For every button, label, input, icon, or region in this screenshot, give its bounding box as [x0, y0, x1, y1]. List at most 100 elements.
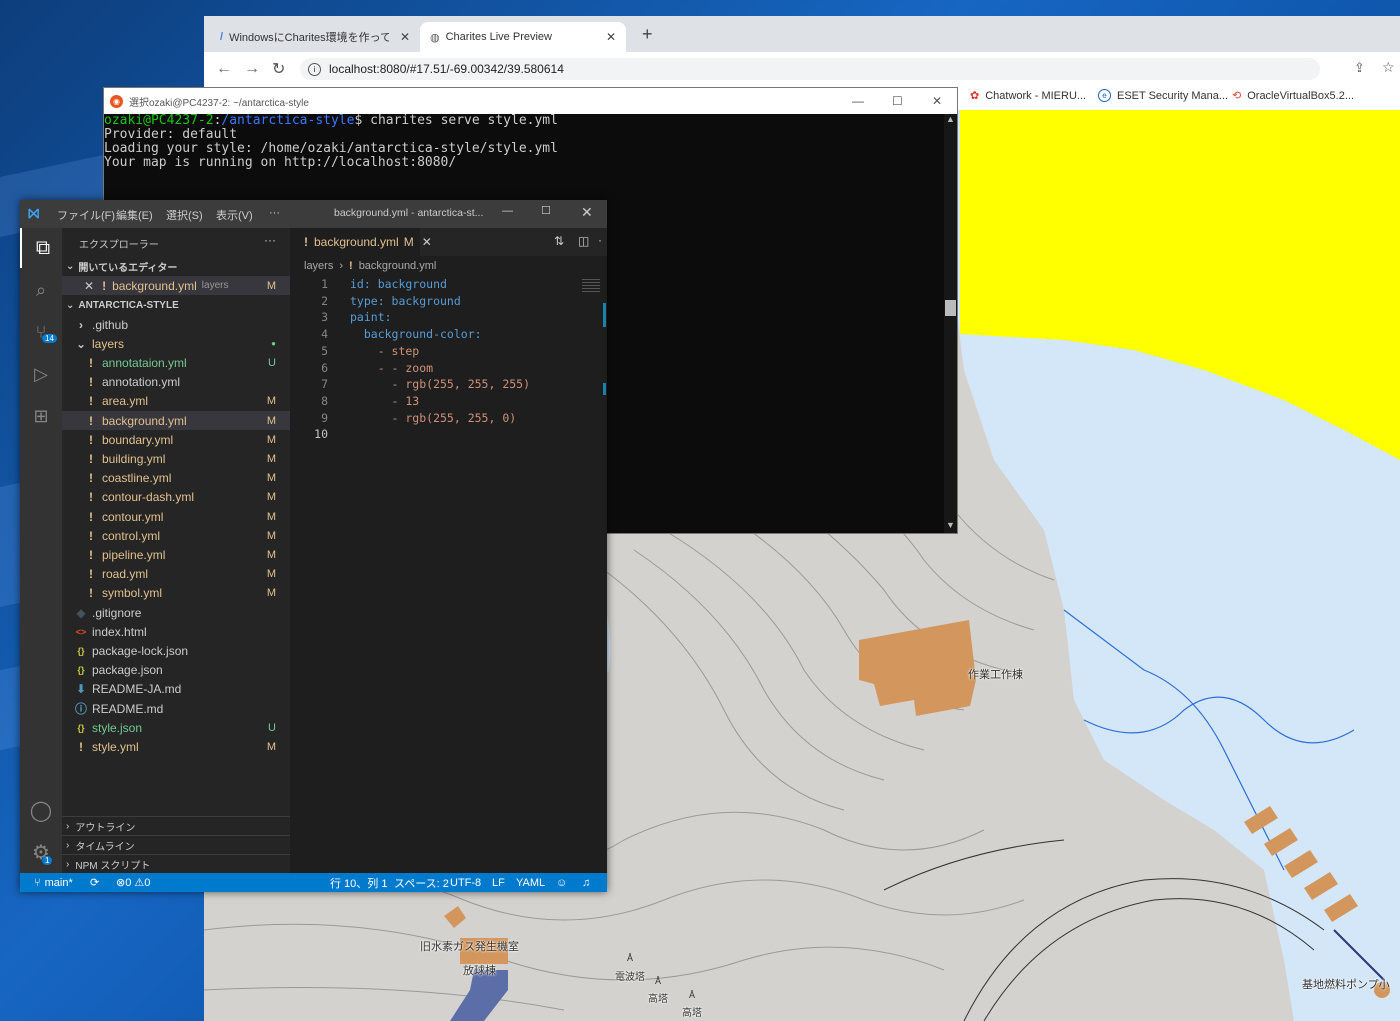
- chevron-down-icon: ⌄: [66, 261, 75, 272]
- open-editor-item[interactable]: ✕ ! background.yml layers M: [62, 276, 290, 295]
- minimap[interactable]: [578, 277, 607, 873]
- file-tree-item[interactable]: ! symbol.yml M: [62, 584, 290, 603]
- address-bar[interactable]: i localhost:8080/#17.51/-69.00342/39.580…: [300, 58, 1320, 80]
- yaml-file-icon: !: [89, 355, 93, 370]
- run-debug-icon[interactable]: ▷: [20, 354, 62, 394]
- open-editors-header[interactable]: ⌄ 開いているエディター: [62, 257, 290, 276]
- back-arrow-icon[interactable]: ←: [216, 60, 232, 78]
- timeline-section[interactable]: › タイムライン: [62, 835, 290, 855]
- tower-icon: Å: [655, 976, 662, 986]
- file-tree-item[interactable]: {} package.json: [62, 661, 290, 680]
- source-control-icon[interactable]: ⑂ 14: [20, 312, 62, 352]
- yaml-file-icon: !: [89, 528, 93, 543]
- vscode-logo-icon: ⨝: [28, 205, 40, 221]
- globe-icon: ◍: [430, 31, 440, 44]
- branch-indicator[interactable]: ⑂ main*: [34, 873, 73, 892]
- split-editor-icon[interactable]: ◫: [578, 234, 589, 248]
- extensions-icon[interactable]: ⊞: [20, 396, 62, 436]
- file-tree-item[interactable]: ! contour-dash.yml M: [62, 488, 290, 507]
- more-actions-icon[interactable]: ···: [264, 233, 276, 247]
- close-tab-icon[interactable]: ✕: [422, 235, 432, 249]
- scroll-thumb[interactable]: [945, 300, 956, 316]
- language-mode[interactable]: YAML: [516, 873, 545, 892]
- file-tree-item[interactable]: › .github: [62, 315, 290, 334]
- menu-file[interactable]: ファイル(F): [57, 207, 115, 223]
- scroll-up-icon[interactable]: ▲: [946, 114, 955, 124]
- file-tree-item[interactable]: ! control.yml M: [62, 526, 290, 545]
- explorer-sidebar: エクスプローラー ··· ⌄ 開いているエディター ✕ ! background…: [62, 228, 290, 873]
- indentation[interactable]: スペース: 2: [394, 873, 449, 892]
- file-tree-item[interactable]: ! road.yml M: [62, 565, 290, 584]
- file-label: package-lock.json: [92, 643, 189, 658]
- menu-more[interactable]: ···: [269, 207, 280, 219]
- file-tree-item[interactable]: ! contour.yml M: [62, 507, 290, 526]
- maximize-icon[interactable]: ☐: [892, 94, 903, 108]
- close-tab-icon[interactable]: ✕: [606, 30, 616, 44]
- settings-gear-icon[interactable]: ⚙ 1: [20, 832, 62, 872]
- file-tree-item[interactable]: ! building.yml M: [62, 449, 290, 468]
- forward-arrow-icon[interactable]: →: [244, 60, 260, 78]
- breadcrumb-item[interactable]: background.yml: [359, 260, 437, 272]
- file-tree-item[interactable]: ◆ .gitignore: [62, 603, 290, 622]
- share-icon[interactable]: ⇪: [1354, 60, 1365, 76]
- menu-edit[interactable]: 編集(E): [116, 207, 153, 223]
- minimize-icon[interactable]: —: [852, 94, 864, 108]
- close-icon[interactable]: ✕: [932, 94, 942, 108]
- encoding[interactable]: UTF-8: [450, 873, 481, 892]
- minimize-icon[interactable]: —: [502, 205, 513, 217]
- feedback-icon[interactable]: ☺: [556, 873, 567, 892]
- end-of-line[interactable]: LF: [492, 873, 505, 892]
- menu-view[interactable]: 表示(V): [216, 207, 253, 223]
- close-icon[interactable]: ✕: [581, 204, 593, 221]
- browser-tab-live-preview[interactable]: ◍ Charites Live Preview ✕: [420, 22, 626, 52]
- scroll-down-icon[interactable]: ▼: [946, 520, 955, 530]
- file-tree-item[interactable]: ⓘ README.md: [62, 699, 290, 718]
- compare-changes-icon[interactable]: ⇅: [554, 234, 564, 248]
- file-tree-item[interactable]: ! style.yml M: [62, 737, 290, 756]
- file-tree-item[interactable]: ⌄ layers ●: [62, 334, 290, 353]
- file-tree-item[interactable]: ! annotation.yml: [62, 373, 290, 392]
- file-tree-item[interactable]: {} package-lock.json: [62, 641, 290, 660]
- yaml-file-icon: !: [102, 278, 107, 293]
- file-tree-item[interactable]: <> index.html: [62, 622, 290, 641]
- new-tab-button[interactable]: +: [642, 24, 653, 45]
- code-editor[interactable]: 1 id: background 2 type: background 3 paint: 4…: [290, 277, 580, 477]
- npm-scripts-section[interactable]: › NPM スクリプト: [62, 854, 290, 874]
- explorer-icon[interactable]: ⧉: [20, 228, 64, 268]
- file-tree-item[interactable]: ! boundary.yml M: [62, 430, 290, 449]
- bookmark-chatwork[interactable]: ✿ Chatwork - MIERU...: [970, 89, 1086, 103]
- search-icon[interactable]: ⌕: [20, 270, 62, 310]
- file-tree-item[interactable]: ! background.yml M: [62, 411, 290, 430]
- file-tree-item[interactable]: ! annotataion.yml U: [62, 353, 290, 372]
- problems-indicator[interactable]: ⊗ 0 ⚠ 0: [116, 873, 150, 892]
- file-tree-item[interactable]: ⬇ README-JA.md: [62, 680, 290, 699]
- notifications-bell-icon[interactable]: ♫: [582, 873, 590, 892]
- bookmark-eset[interactable]: e ESET Security Mana...: [1098, 89, 1228, 102]
- account-icon[interactable]: ◯: [20, 790, 62, 830]
- map-label: 作業工作棟: [968, 669, 1023, 681]
- vscode-favicon-icon: /: [220, 31, 224, 43]
- file-tree-item[interactable]: ! pipeline.yml M: [62, 545, 290, 564]
- bookmark-star-icon[interactable]: ☆: [1382, 59, 1395, 76]
- project-header[interactable]: ⌄ ANTARCTICA-STYLE: [62, 296, 290, 315]
- bookmark-oracle[interactable]: ⟲ OracleVirtualBox5.2...: [1232, 89, 1354, 103]
- close-editor-icon[interactable]: ✕: [84, 279, 94, 293]
- code-line: 8 - 13: [290, 394, 419, 411]
- reload-icon[interactable]: ↻: [272, 59, 285, 79]
- outline-section[interactable]: › アウトライン: [62, 816, 290, 836]
- more-actions-icon[interactable]: ·: [598, 233, 602, 247]
- file-tree-item[interactable]: {} style.json U: [62, 718, 290, 737]
- breadcrumb-item[interactable]: layers: [304, 260, 333, 272]
- maximize-icon[interactable]: ☐: [541, 204, 551, 217]
- terminal-scrollbar[interactable]: ▲ ▼: [944, 114, 957, 533]
- browser-tab-article[interactable]: / WindowsにCharites環境を作ってみ ✕: [210, 22, 420, 52]
- sync-icon[interactable]: ⟳: [90, 873, 99, 892]
- close-tab-icon[interactable]: ✕: [400, 30, 410, 44]
- cursor-position[interactable]: 行 10、列 1: [330, 873, 387, 892]
- file-tree-item[interactable]: ! area.yml M: [62, 392, 290, 411]
- menu-selection[interactable]: 選択(S): [166, 207, 203, 223]
- editor-tab[interactable]: ! background.yml M ✕: [290, 228, 432, 256]
- code-line: 7 - rgb(255, 255, 255): [290, 377, 530, 394]
- file-label: building.yml: [102, 451, 166, 466]
- file-tree-item[interactable]: ! coastline.yml M: [62, 469, 290, 488]
